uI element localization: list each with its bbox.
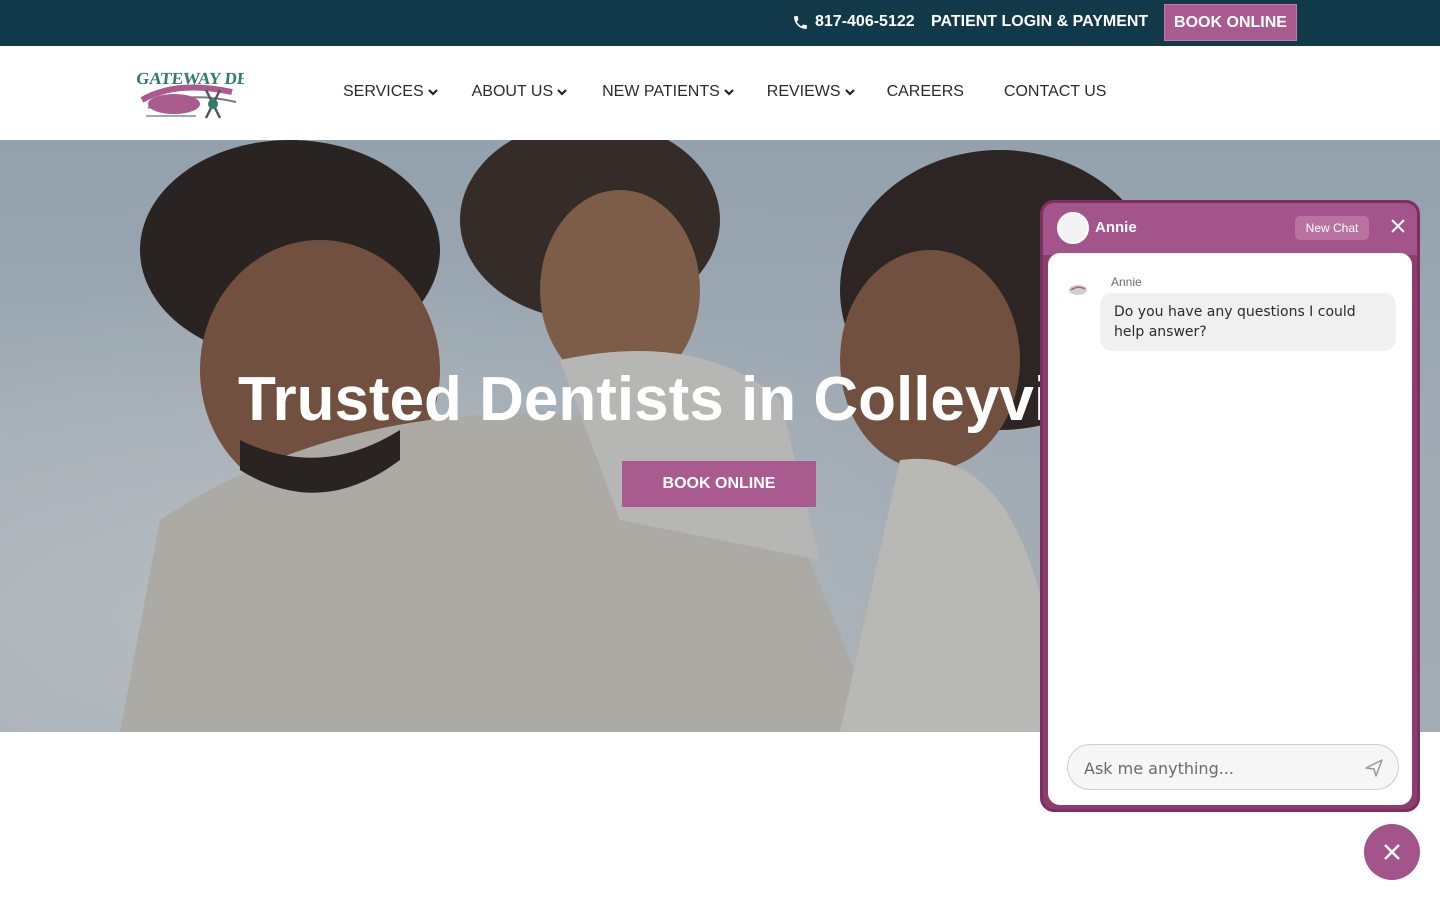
logo-graphic: GATEWAY DENTAL: [135, 69, 295, 119]
chat-widget: Annie New Chat Annie Do you have any que…: [1040, 200, 1420, 812]
nav-item-services[interactable]: SERVICES: [343, 83, 438, 101]
main-navigation: GATEWAY DENTAL SERVICES ABOUT US NEW PAT…: [0, 46, 1440, 140]
close-icon[interactable]: [1388, 216, 1408, 236]
chevron-down-icon: [427, 89, 438, 96]
nav-item-contact-us[interactable]: CONTACT US: [1004, 83, 1107, 101]
nav-menu: SERVICES ABOUT US NEW PATIENTS REVIEWS C…: [343, 83, 1146, 101]
nav-item-about-us[interactable]: ABOUT US: [472, 83, 568, 101]
gateway-dental-logo[interactable]: GATEWAY DENTAL: [135, 62, 295, 126]
nav-item-new-patients[interactable]: NEW PATIENTS: [602, 83, 734, 101]
nav-item-label: ABOUT US: [471, 83, 554, 100]
message-sender: Annie: [1111, 275, 1142, 289]
phone-number: 817-406-5122: [815, 13, 915, 30]
nav-item-reviews[interactable]: REVIEWS: [767, 83, 855, 101]
bot-avatar-icon: [1069, 285, 1087, 295]
chat-message-bubble: Do you have any questions I could help a…: [1100, 293, 1396, 351]
chat-agent-avatar: [1057, 212, 1089, 244]
nav-item-label: CONTACT US: [1003, 83, 1107, 100]
nav-item-label: NEW PATIENTS: [602, 83, 720, 100]
chat-input[interactable]: [1084, 757, 1354, 779]
nav-item-careers[interactable]: CAREERS: [887, 83, 964, 101]
chevron-down-icon: [723, 89, 734, 96]
chevron-down-icon: [557, 89, 567, 96]
hero-heading: Trusted Dentists in Colleyvil: [238, 365, 1069, 434]
chat-toggle-button[interactable]: [1364, 824, 1420, 880]
nav-item-label: REVIEWS: [766, 83, 841, 100]
book-online-top-button[interactable]: BOOK ONLINE: [1164, 4, 1297, 41]
phone-link[interactable]: 817-406-5122: [792, 13, 915, 31]
patient-login-link[interactable]: PATIENT LOGIN & PAYMENT: [931, 13, 1148, 31]
chat-header: Annie New Chat: [1043, 203, 1417, 255]
chat-agent-name: Annie: [1095, 219, 1137, 236]
nav-item-label: CAREERS: [886, 83, 964, 100]
chevron-down-icon: [844, 89, 855, 96]
close-icon: [1384, 844, 1400, 860]
book-online-hero-button[interactable]: BOOK ONLINE: [622, 461, 816, 507]
chat-body: Annie Do you have any questions I could …: [1048, 253, 1412, 805]
phone-icon: [794, 15, 807, 29]
nav-item-label: SERVICES: [343, 83, 424, 100]
top-bar: 817-406-5122 PATIENT LOGIN & PAYMENT BOO…: [0, 0, 1440, 46]
send-icon[interactable]: [1363, 757, 1385, 779]
new-chat-button[interactable]: New Chat: [1295, 216, 1369, 240]
chat-input-container: [1067, 744, 1399, 790]
